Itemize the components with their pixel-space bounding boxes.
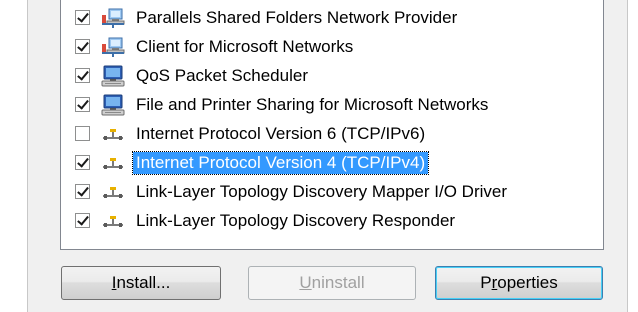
network-client-icon: [102, 8, 125, 28]
checkbox[interactable]: [75, 155, 90, 170]
uninstall-button[interactable]: Uninstall: [248, 266, 416, 300]
component-label: Link-Layer Topology Discovery Responder: [136, 211, 456, 230]
properties-button[interactable]: Properties: [435, 266, 603, 300]
install-button[interactable]: Install...: [61, 266, 221, 300]
checkbox[interactable]: [75, 10, 90, 25]
protocol-icon: [103, 187, 123, 198]
list-item[interactable]: Internet Protocol Version 6 (TCP/IPv6): [61, 120, 603, 149]
left-border: [27, 0, 28, 312]
checkbox[interactable]: [75, 126, 90, 141]
protocol-icon: [103, 216, 123, 227]
protocol-icon: [103, 158, 123, 169]
checkbox[interactable]: [75, 68, 90, 83]
left-panel-edge: [0, 0, 27, 312]
component-label-selected: Internet Protocol Version 4 (TCP/IPv4): [131, 151, 430, 175]
checkbox[interactable]: [75, 39, 90, 54]
component-label: Internet Protocol Version 6 (TCP/IPv6): [136, 124, 426, 143]
checkbox[interactable]: [75, 213, 90, 228]
properties-label-start: P: [480, 273, 492, 292]
checkbox[interactable]: [75, 97, 90, 112]
list-item[interactable]: Client for Microsoft Networks: [61, 33, 603, 62]
uninstall-mnemonic: U: [299, 273, 312, 292]
list-item[interactable]: Internet Protocol Version 4 (TCP/IPv4): [61, 149, 603, 178]
checkbox[interactable]: [75, 184, 90, 199]
protocol-icon: [103, 129, 123, 140]
component-label: Client for Microsoft Networks: [136, 37, 354, 56]
network-components-list[interactable]: Parallels Shared Folders Network Provide…: [60, 0, 604, 250]
list-item[interactable]: Link-Layer Topology Discovery Responder: [61, 207, 603, 236]
list-item[interactable]: Link-Layer Topology Discovery Mapper I/O…: [61, 178, 603, 207]
component-label: Parallels Shared Folders Network Provide…: [136, 8, 458, 27]
list-item[interactable]: QoS Packet Scheduler: [61, 62, 603, 91]
list-item[interactable]: Parallels Shared Folders Network Provide…: [61, 4, 603, 33]
network-client-icon: [102, 37, 125, 57]
right-panel-edge: [628, 0, 638, 312]
network-service-icon: [101, 65, 125, 87]
component-label: QoS Packet Scheduler: [136, 66, 308, 85]
network-service-icon: [101, 94, 125, 116]
component-label: File and Printer Sharing for Microsoft N…: [136, 95, 489, 114]
list-item[interactable]: File and Printer Sharing for Microsoft N…: [61, 91, 603, 120]
install-label: nstall...: [116, 273, 171, 292]
properties-label-end: operties: [497, 273, 558, 292]
component-label: Link-Layer Topology Discovery Mapper I/O…: [136, 182, 507, 201]
uninstall-label: ninstall: [311, 273, 365, 292]
